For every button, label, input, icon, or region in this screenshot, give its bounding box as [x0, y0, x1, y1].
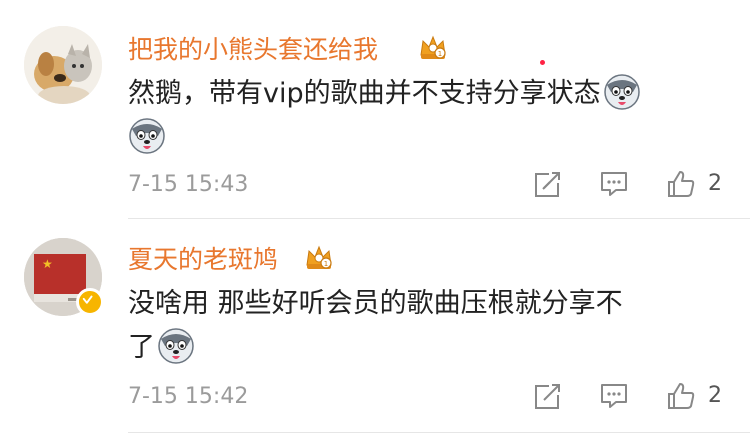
- like-count: 2: [708, 383, 722, 408]
- divider: [128, 432, 750, 433]
- svg-text:1: 1: [324, 260, 328, 268]
- comment-icon[interactable]: [599, 381, 629, 411]
- verified-badge-icon: [76, 288, 104, 316]
- husky-emoji-icon: [158, 328, 194, 364]
- crown-icon: 1: [306, 245, 332, 269]
- comment-text: 没啥用 那些好听会员的歌曲压根就分享不 了: [128, 282, 720, 370]
- comment-item: ★ 夏天的老斑鸠 1 没啥用 那些好听会员的歌曲压根就分享不 了 7-15 15…: [0, 0, 750, 434]
- username[interactable]: 夏天的老斑鸠: [128, 240, 278, 276]
- timestamp: 7-15 15:42: [128, 384, 249, 409]
- comment-text-line: 了: [128, 332, 155, 363]
- svg-text:★: ★: [42, 257, 53, 271]
- forward-icon[interactable]: [533, 381, 563, 411]
- comment-text-line: 没啥用 那些好听会员的歌曲压根就分享不: [128, 288, 623, 319]
- like-icon[interactable]: [666, 381, 696, 411]
